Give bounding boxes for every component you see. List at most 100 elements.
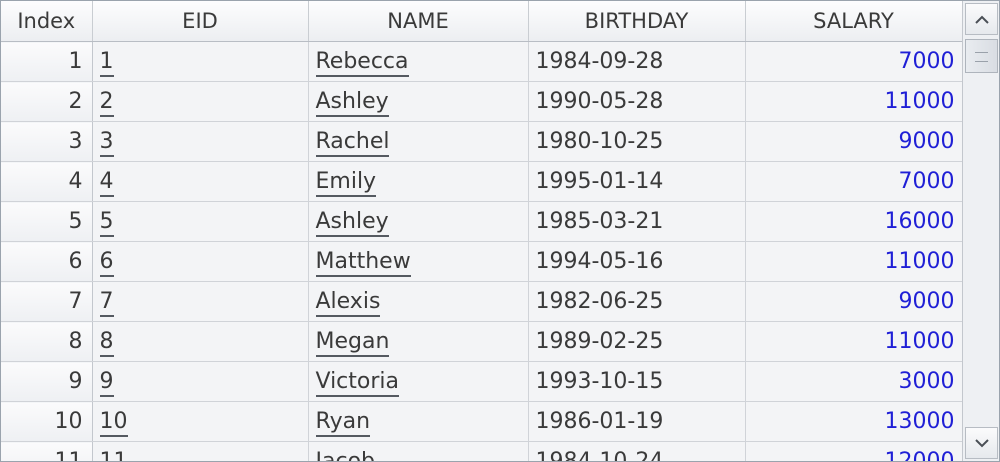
salary-cell[interactable]: 11000 — [745, 241, 962, 282]
table-row[interactable]: 10 10 Ryan 1986-01-19 13000 — [1, 401, 962, 442]
data-grid: Index EID NAME BIRTHDAY SALARY 1 1 Rebecca… — [0, 0, 1000, 462]
column-header-salary[interactable]: SALARY — [745, 1, 962, 42]
name-cell[interactable]: Alexis — [308, 281, 529, 322]
row-index-cell[interactable]: 5 — [1, 201, 93, 242]
scroll-down-button[interactable] — [965, 427, 998, 459]
name-cell[interactable]: Ashley — [308, 201, 529, 242]
table-row[interactable]: 7 7 Alexis 1982-06-25 9000 — [1, 281, 962, 322]
row-index-cell[interactable]: 11 — [1, 441, 93, 461]
birthday-cell[interactable]: 1990-05-28 — [528, 81, 746, 122]
salary-cell[interactable]: 13000 — [745, 401, 962, 442]
employee-table: Index EID NAME BIRTHDAY SALARY 1 1 Rebecca… — [1, 1, 962, 461]
column-header-name[interactable]: NAME — [308, 1, 529, 42]
eid-value: 1 — [99, 49, 114, 77]
name-value: Megan — [315, 329, 390, 357]
salary-cell[interactable]: 9000 — [745, 121, 962, 162]
birthday-cell[interactable]: 1986-01-19 — [528, 401, 746, 442]
salary-value: 7000 — [898, 169, 955, 194]
name-cell[interactable]: Rebecca — [308, 41, 529, 82]
eid-value: 11 — [99, 449, 128, 461]
chevron-down-icon — [974, 438, 989, 447]
table-row[interactable]: 4 4 Emily 1995-01-14 7000 — [1, 161, 962, 202]
eid-cell[interactable]: 4 — [92, 161, 309, 202]
eid-cell[interactable]: 2 — [92, 81, 309, 122]
table-row[interactable]: 8 8 Megan 1989-02-25 11000 — [1, 321, 962, 362]
vertical-scrollbar[interactable] — [962, 1, 999, 461]
birthday-cell[interactable]: 1985-03-21 — [528, 201, 746, 242]
eid-cell[interactable]: 6 — [92, 241, 309, 282]
name-value: Jacob — [315, 449, 375, 461]
name-cell[interactable]: Emily — [308, 161, 529, 202]
birthday-cell[interactable]: 1989-02-25 — [528, 321, 746, 362]
eid-cell[interactable]: 8 — [92, 321, 309, 362]
name-cell[interactable]: Matthew — [308, 241, 529, 282]
eid-value: 5 — [99, 209, 114, 237]
birthday-cell[interactable]: 1995-01-14 — [528, 161, 746, 202]
salary-value: 12000 — [885, 449, 955, 461]
birthday-cell[interactable]: 1980-10-25 — [528, 121, 746, 162]
eid-value: 8 — [99, 329, 114, 357]
name-cell[interactable]: Ashley — [308, 81, 529, 122]
name-value: Rebecca — [315, 49, 409, 77]
name-cell[interactable]: Victoria — [308, 361, 529, 402]
salary-cell[interactable]: 11000 — [745, 321, 962, 362]
row-index-cell[interactable]: 7 — [1, 281, 93, 322]
table-row[interactable]: 1 1 Rebecca 1984-09-28 7000 — [1, 41, 962, 82]
eid-cell[interactable]: 5 — [92, 201, 309, 242]
salary-value: 11000 — [884, 329, 955, 354]
row-index-cell[interactable]: 4 — [1, 161, 93, 202]
eid-value: 9 — [99, 369, 114, 397]
eid-value: 2 — [99, 89, 114, 117]
birthday-cell[interactable]: 1994-05-16 — [528, 241, 746, 282]
eid-cell[interactable]: 1 — [92, 41, 309, 82]
table-row[interactable]: 5 5 Ashley 1985-03-21 16000 — [1, 201, 962, 242]
salary-value: 13000 — [884, 409, 955, 434]
name-value: Ashley — [315, 209, 389, 237]
eid-value: 4 — [99, 169, 114, 197]
name-value: Rachel — [315, 129, 390, 157]
scroll-thumb[interactable] — [965, 39, 998, 73]
name-cell[interactable]: Megan — [308, 321, 529, 362]
column-header-eid[interactable]: EID — [92, 1, 309, 42]
eid-cell[interactable]: 3 — [92, 121, 309, 162]
salary-cell[interactable]: 9000 — [745, 281, 962, 322]
row-index-cell[interactable]: 2 — [1, 81, 93, 122]
name-cell[interactable]: Rachel — [308, 121, 529, 162]
salary-cell[interactable]: 11000 — [745, 81, 962, 122]
eid-value: 3 — [99, 129, 114, 157]
name-cell[interactable]: Jacob — [308, 441, 529, 461]
row-index-cell[interactable]: 3 — [1, 121, 93, 162]
salary-cell[interactable]: 3000 — [745, 361, 962, 402]
birthday-cell[interactable]: 1984-09-28 — [528, 41, 746, 82]
name-cell[interactable]: Ryan — [308, 401, 529, 442]
birthday-cell[interactable]: 1993-10-15 — [528, 361, 746, 402]
table-row[interactable]: 2 2 Ashley 1990-05-28 11000 — [1, 81, 962, 122]
row-index-cell[interactable]: 8 — [1, 321, 93, 362]
row-index-cell[interactable]: 1 — [1, 41, 93, 82]
table-row[interactable]: 3 3 Rachel 1980-10-25 9000 — [1, 121, 962, 162]
salary-value: 7000 — [898, 49, 955, 74]
table-row[interactable]: 11 11 Jacob 1984-10-24 12000 — [1, 441, 962, 461]
column-header-index[interactable]: Index — [1, 1, 93, 42]
salary-value: 16000 — [884, 209, 955, 234]
salary-cell[interactable]: 12000 — [745, 441, 962, 461]
eid-value: 7 — [99, 289, 114, 317]
row-index-cell[interactable]: 10 — [1, 401, 93, 442]
birthday-cell[interactable]: 1984-10-24 — [528, 441, 746, 461]
salary-cell[interactable]: 16000 — [745, 201, 962, 242]
table-row[interactable]: 9 9 Victoria 1993-10-15 3000 — [1, 361, 962, 402]
eid-cell[interactable]: 7 — [92, 281, 309, 322]
eid-cell[interactable]: 10 — [92, 401, 309, 442]
column-header-birthday[interactable]: BIRTHDAY — [528, 1, 746, 42]
eid-cell[interactable]: 9 — [92, 361, 309, 402]
scroll-track[interactable] — [965, 37, 998, 425]
table-row[interactable]: 6 6 Matthew 1994-05-16 11000 — [1, 241, 962, 282]
salary-cell[interactable]: 7000 — [745, 161, 962, 202]
row-index-cell[interactable]: 9 — [1, 361, 93, 402]
eid-cell[interactable]: 11 — [92, 441, 309, 461]
salary-cell[interactable]: 7000 — [745, 41, 962, 82]
birthday-cell[interactable]: 1982-06-25 — [528, 281, 746, 322]
row-index-cell[interactable]: 6 — [1, 241, 93, 282]
salary-value: 3000 — [898, 369, 955, 394]
scroll-up-button[interactable] — [965, 3, 998, 35]
